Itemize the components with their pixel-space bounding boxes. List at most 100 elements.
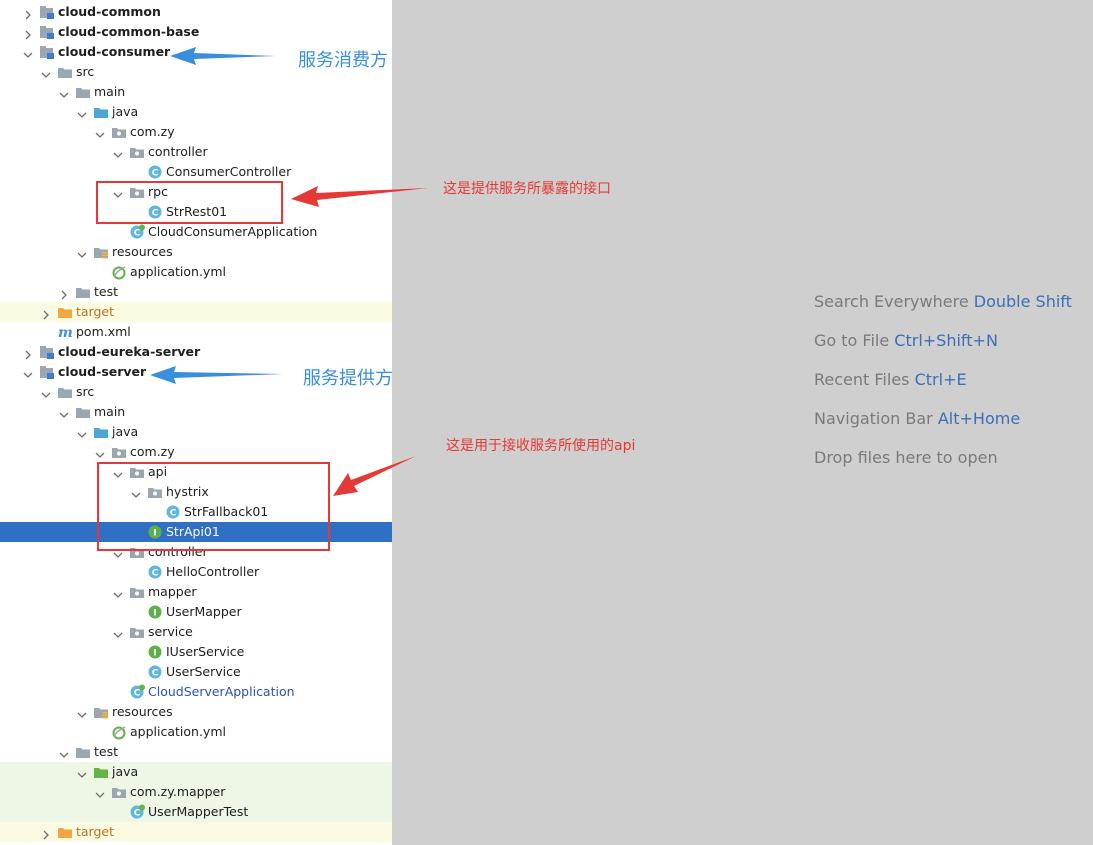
tree-node-label: resources: [112, 244, 173, 259]
tree-node-com-zy[interactable]: com.zy: [0, 122, 392, 142]
editor-hint-5: Drop files here to open: [814, 448, 998, 467]
tree-node-usermappertest[interactable]: C UserMapperTest: [0, 802, 392, 822]
svg-text:C: C: [152, 669, 159, 679]
hint-shortcut: Double Shift: [973, 292, 1072, 311]
chevron-down-icon[interactable]: [94, 126, 106, 138]
tree-node-cloud-common[interactable]: cloud-common: [0, 2, 392, 22]
tree-node-cloudconsumerapplication[interactable]: C CloudConsumerApplication: [0, 222, 392, 242]
tree-node-resources[interactable]: resources: [0, 702, 392, 722]
tree-node-hellocontroller[interactable]: C HelloController: [0, 562, 392, 582]
tree-node-resources[interactable]: resources: [0, 242, 392, 262]
chevron-down-icon[interactable]: [22, 46, 34, 58]
annotation-api-note: 这是用于接收服务所使用的api: [446, 438, 636, 454]
tree-node-label: service: [148, 624, 193, 639]
tree-node-label: cloud-eureka-server: [58, 344, 201, 359]
chevron-down-icon[interactable]: [40, 386, 52, 398]
chevron-down-icon[interactable]: [76, 246, 88, 258]
tree-node-label: UserService: [166, 664, 241, 679]
tree-node-pom-xml[interactable]: m pom.xml: [0, 322, 392, 342]
module-icon: [39, 24, 55, 40]
chevron-down-icon[interactable]: [58, 746, 70, 758]
spring-class-icon: C: [129, 224, 145, 240]
tree-node-cloud-eureka-server[interactable]: cloud-eureka-server: [0, 342, 392, 362]
spring-class-icon: C: [129, 804, 145, 820]
tree-node-label: cloud-consumer: [58, 44, 171, 59]
annotation-server: 服务提供方: [303, 368, 393, 389]
hint-text: Recent Files: [814, 370, 910, 389]
tree-node-userservice[interactable]: C UserService: [0, 662, 392, 682]
tree-node-label: cloud-server: [58, 364, 147, 379]
chevron-right-icon[interactable]: [58, 286, 70, 300]
package-icon: [129, 584, 145, 600]
chevron-down-icon[interactable]: [94, 446, 106, 458]
chevron-right-icon[interactable]: [40, 306, 52, 320]
tree-node-java[interactable]: java: [0, 102, 392, 122]
tree-node-controller[interactable]: controller: [0, 142, 392, 162]
tree-node-label: main: [94, 84, 126, 99]
tree-node-main[interactable]: main: [0, 402, 392, 422]
tree-node-label: UserMapper: [166, 604, 242, 619]
svg-text:m: m: [58, 325, 73, 340]
package-icon: [111, 784, 127, 800]
editor-hint-3: Recent Files Ctrl+E: [814, 370, 967, 389]
chevron-down-icon[interactable]: [76, 426, 88, 438]
tree-node-iuserservice[interactable]: I IUserService: [0, 642, 392, 662]
chevron-down-icon[interactable]: [22, 366, 34, 378]
svg-text:C: C: [134, 689, 141, 699]
hint-text: Search Everywhere: [814, 292, 969, 311]
tree-node-com-zy[interactable]: com.zy: [0, 442, 392, 462]
tree-node-java[interactable]: java: [0, 422, 392, 442]
tree-node-mapper[interactable]: mapper: [0, 582, 392, 602]
yml-icon: [111, 724, 127, 740]
package-icon: [111, 444, 127, 460]
chevron-down-icon[interactable]: [112, 586, 124, 598]
chevron-down-icon[interactable]: [94, 786, 106, 798]
tree-node-usermapper[interactable]: I UserMapper: [0, 602, 392, 622]
folder-blue-icon: [93, 104, 109, 120]
tree-node-label: CloudConsumerApplication: [148, 224, 318, 239]
folder-orange-icon: [57, 824, 73, 840]
tree-node-test[interactable]: test: [0, 742, 392, 762]
tree-node-cloud-common-base[interactable]: cloud-common-base: [0, 22, 392, 42]
annotation-consumer: 服务消费方: [298, 50, 388, 71]
folder-green-icon: [93, 764, 109, 780]
chevron-down-icon[interactable]: [112, 146, 124, 158]
tree-node-target[interactable]: target: [0, 822, 392, 842]
tree-node-target[interactable]: target: [0, 302, 392, 322]
tree-node-label: src: [76, 384, 95, 399]
tree-node-label: cloud-common: [58, 4, 161, 19]
chevron-down-icon[interactable]: [112, 626, 124, 638]
chevron-down-icon[interactable]: [58, 86, 70, 98]
chevron-right-icon[interactable]: [22, 6, 34, 20]
tree-node-java[interactable]: java: [0, 762, 392, 782]
svg-text:I: I: [153, 649, 156, 659]
resources-folder-icon: [93, 704, 109, 720]
tree-node-label: application.yml: [130, 264, 226, 279]
svg-text:C: C: [134, 809, 141, 819]
tree-node-label: java: [112, 424, 139, 439]
tree-node-service[interactable]: service: [0, 622, 392, 642]
tree-node-consumercontroller[interactable]: C ConsumerController: [0, 162, 392, 182]
chevron-down-icon[interactable]: [76, 766, 88, 778]
chevron-down-icon[interactable]: [40, 66, 52, 78]
tree-node-application-yml[interactable]: application.yml: [0, 722, 392, 742]
chevron-down-icon[interactable]: [58, 406, 70, 418]
chevron-down-icon[interactable]: [76, 106, 88, 118]
chevron-down-icon[interactable]: [76, 706, 88, 718]
tree-node-com-zy-mapper[interactable]: com.zy.mapper: [0, 782, 392, 802]
project-tree: cloud-common cloud-common-base cloud-consu…: [0, 0, 392, 845]
interface-icon: I: [147, 644, 163, 660]
tree-node-test[interactable]: test: [0, 282, 392, 302]
tree-node-main[interactable]: main: [0, 82, 392, 102]
tree-node-label: IUserService: [166, 644, 245, 659]
tree-node-label: java: [112, 764, 139, 779]
tree-node-cloudserverapplication[interactable]: C CloudServerApplication: [0, 682, 392, 702]
chevron-right-icon[interactable]: [22, 346, 34, 360]
tree-node-application-yml[interactable]: application.yml: [0, 262, 392, 282]
module-icon: [39, 4, 55, 20]
highlight-box-rpc: [96, 181, 283, 224]
chevron-right-icon[interactable]: [22, 26, 34, 40]
chevron-right-icon[interactable]: [40, 826, 52, 840]
tree-node-label: UserMapperTest: [148, 804, 249, 819]
folder-gray-icon: [75, 744, 91, 760]
